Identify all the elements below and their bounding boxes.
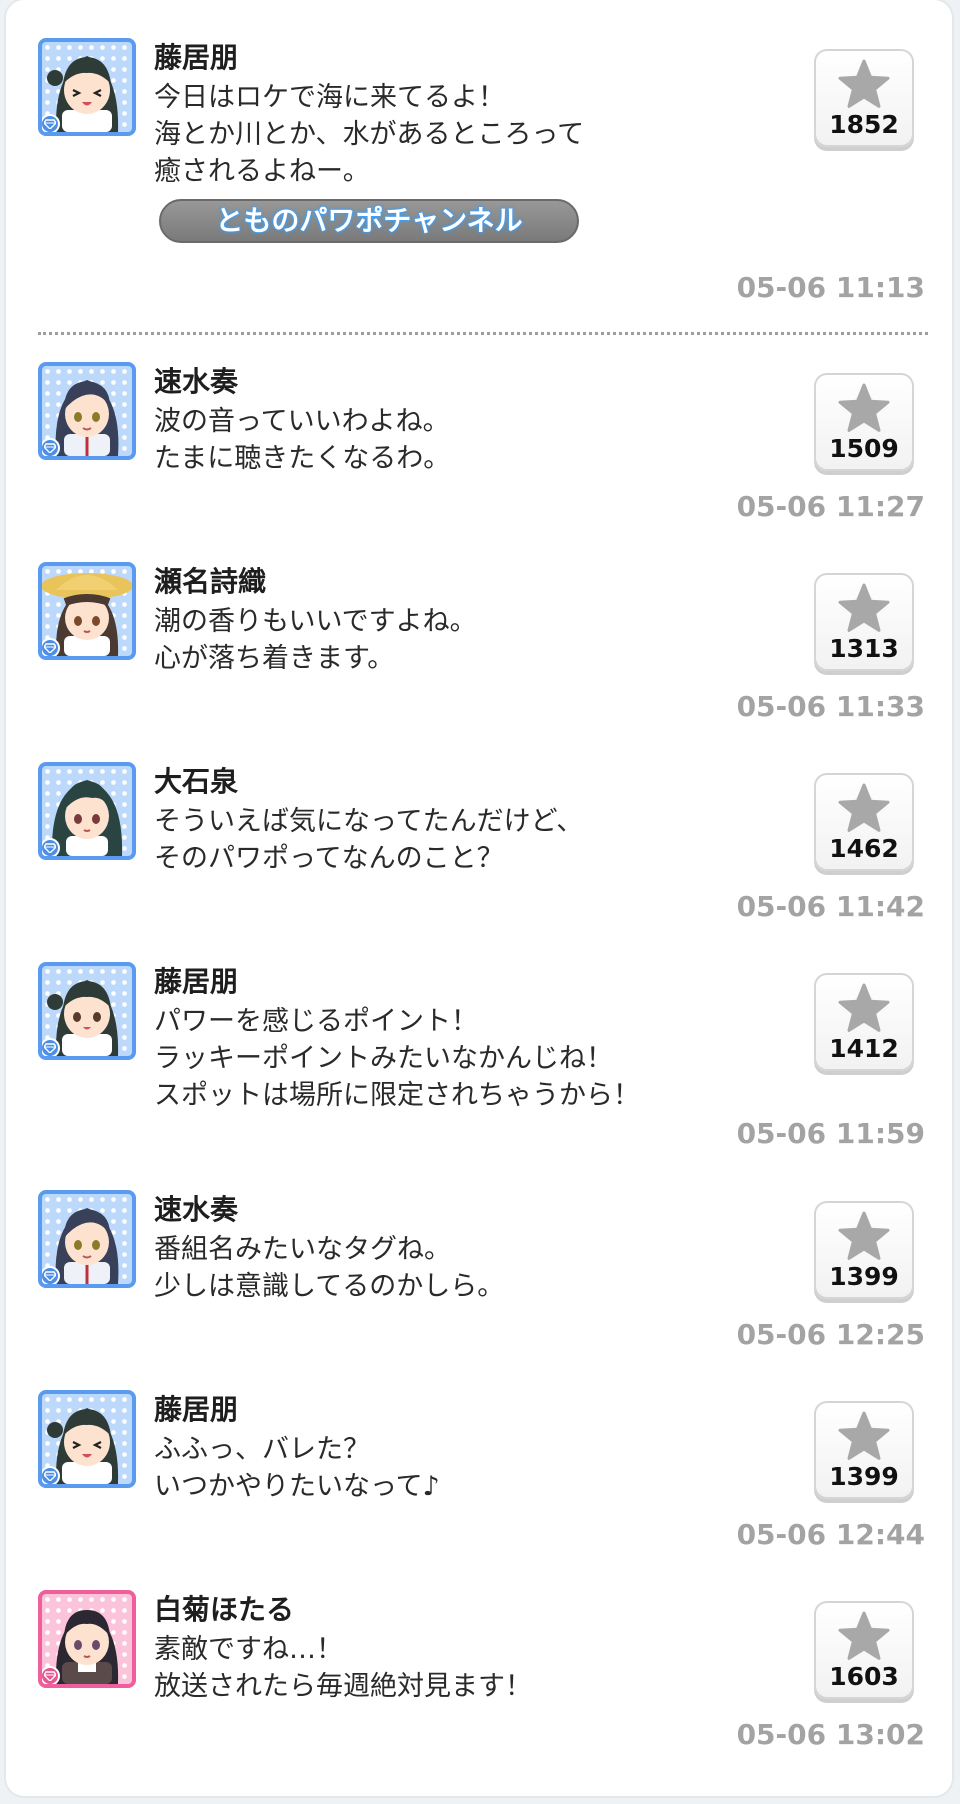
- like-star-button[interactable]: 1399: [814, 1201, 914, 1299]
- diamond-badge-icon: [42, 1466, 60, 1484]
- tomo-winking-avatar[interactable]: [38, 1390, 136, 1488]
- message-line: たまに聴きたくなるわ。: [154, 443, 451, 474]
- diamond-badge-icon: [42, 638, 60, 656]
- message-line: ラッキーポイントみたいなかんじね！: [154, 1043, 613, 1074]
- star-icon: [838, 583, 890, 633]
- message-line: 波の音っていいわよね。: [154, 406, 450, 437]
- like-count: 1603: [829, 1662, 899, 1691]
- message-line: そういえば気になってたんだけど、: [154, 806, 584, 837]
- tomo-winking-avatar[interactable]: [38, 38, 136, 136]
- message-text: そういえば気になってたんだけど、 そのパワポってなんのこと？: [154, 803, 714, 877]
- star-icon: [838, 59, 890, 109]
- star-icon: [838, 983, 890, 1033]
- like-star-button[interactable]: 1412: [814, 973, 914, 1071]
- hotaru-avatar[interactable]: [38, 1590, 136, 1688]
- author-name: 白菊ほたる: [154, 1593, 295, 1626]
- author-name: 速水奏: [154, 1193, 239, 1226]
- star-icon: [838, 1611, 890, 1661]
- like-count: 1313: [829, 634, 899, 663]
- message-line: パワーを感じるポイント！: [154, 1006, 478, 1037]
- diamond-badge-icon: [42, 1038, 60, 1056]
- message-text: 波の音っていいわよね。 たまに聴きたくなるわ。: [154, 403, 714, 477]
- post-timestamp: 05-06 11:27: [736, 490, 925, 523]
- message-text: 番組名みたいなタグね。 少しは意識してるのかしら。: [154, 1231, 714, 1305]
- author-name: 速水奏: [154, 365, 239, 398]
- like-star-button[interactable]: 1603: [814, 1601, 914, 1699]
- like-star-button[interactable]: 1313: [814, 573, 914, 671]
- like-star-button[interactable]: 1852: [814, 49, 914, 147]
- post-timestamp: 05-06 11:13: [736, 271, 925, 304]
- conversation-panel: 藤居朋 今日はロケで海に来てるよ！ 海とか川とか、水があるところって 癒されるよ…: [6, 0, 952, 1796]
- channel-hashtag-button[interactable]: とものパワポチャンネル: [159, 199, 579, 243]
- kanade-avatar[interactable]: [38, 362, 136, 460]
- post-timestamp: 05-06 12:25: [736, 1318, 925, 1351]
- message-line: 海とか川とか、水があるところって: [154, 119, 585, 150]
- like-count: 1399: [829, 1262, 899, 1291]
- author-name: 大石泉: [154, 765, 239, 798]
- author-name: 藤居朋: [154, 41, 239, 74]
- diamond-badge-icon: [42, 1266, 60, 1284]
- message-text: 今日はロケで海に来てるよ！ 海とか川とか、水があるところって 癒されるよねー。: [154, 79, 714, 190]
- message-text: 潮の香りもいいですよね。 心が落ち着きます。: [154, 603, 714, 677]
- message-line: 心が落ち着きます。: [154, 643, 395, 674]
- diamond-badge-icon: [42, 838, 60, 856]
- star-icon: [838, 783, 890, 833]
- post-timestamp: 05-06 13:02: [736, 1718, 925, 1751]
- like-count: 1399: [829, 1462, 899, 1491]
- flower-badge-icon: [42, 1666, 60, 1684]
- author-name: 藤居朋: [154, 965, 239, 998]
- like-count: 1412: [829, 1034, 899, 1063]
- post-timestamp: 05-06 11:59: [736, 1117, 925, 1150]
- message-line: いつかやりたいなって♪: [154, 1471, 440, 1502]
- message-text: パワーを感じるポイント！ ラッキーポイントみたいなかんじね！ スポットは場所に限…: [154, 1003, 714, 1114]
- message-line: ふふっ、バレた？: [154, 1434, 370, 1465]
- like-count: 1852: [829, 110, 899, 139]
- star-icon: [838, 1411, 890, 1461]
- diamond-badge-icon: [42, 114, 60, 132]
- message-line: 素敵ですね…！: [154, 1634, 343, 1665]
- author-name: 瀬名詩織: [154, 565, 267, 598]
- message-text: 素敵ですね…！ 放送されたら毎週絶対見ます！: [154, 1631, 714, 1705]
- kanade-avatar[interactable]: [38, 1190, 136, 1288]
- like-star-button[interactable]: 1399: [814, 1401, 914, 1499]
- message-line: 癒されるよねー。: [154, 156, 370, 187]
- message-text: ふふっ、バレた？ いつかやりたいなって♪: [154, 1431, 714, 1505]
- author-name: 藤居朋: [154, 1393, 239, 1426]
- post-timestamp: 05-06 11:33: [736, 690, 925, 723]
- message-line: スポットは場所に限定されちゃうから！: [154, 1080, 640, 1111]
- message-line: 潮の香りもいいですよね。: [154, 606, 477, 637]
- star-icon: [838, 1211, 890, 1261]
- izumi-avatar[interactable]: [38, 762, 136, 860]
- message-line: そのパワポってなんのこと？: [154, 843, 504, 874]
- like-count: 1462: [829, 834, 899, 863]
- diamond-badge-icon: [42, 438, 60, 456]
- shiori-avatar[interactable]: [38, 562, 136, 660]
- star-icon: [838, 383, 890, 433]
- thread-divider: [38, 332, 928, 335]
- like-star-button[interactable]: 1462: [814, 773, 914, 871]
- message-line: 放送されたら毎週絶対見ます！: [154, 1671, 532, 1702]
- post-timestamp: 05-06 12:44: [736, 1518, 925, 1551]
- tomo-smiling-avatar[interactable]: [38, 962, 136, 1060]
- post-timestamp: 05-06 11:42: [736, 890, 925, 923]
- message-line: 今日はロケで海に来てるよ！: [154, 82, 505, 113]
- message-line: 少しは意識してるのかしら。: [154, 1271, 505, 1302]
- like-count: 1509: [829, 434, 899, 463]
- like-star-button[interactable]: 1509: [814, 373, 914, 471]
- message-line: 番組名みたいなタグね。: [154, 1234, 451, 1265]
